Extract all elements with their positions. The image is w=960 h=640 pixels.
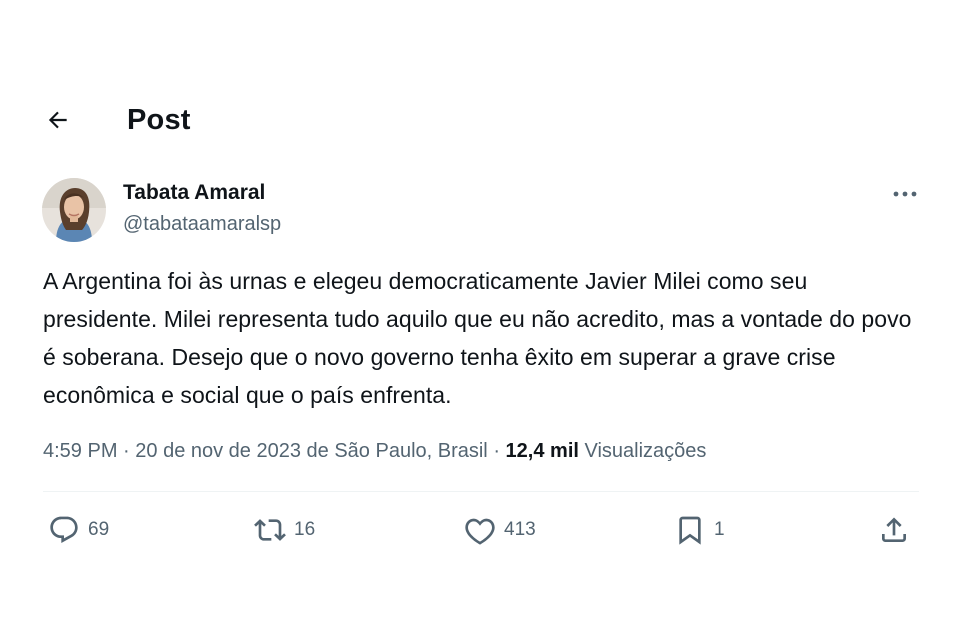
separator-dot: · <box>493 440 506 462</box>
divider <box>43 491 919 492</box>
arrow-left-icon <box>48 111 67 129</box>
author-block: Tabata Amaral @tabataamaralsp <box>42 178 281 242</box>
author-names: Tabata Amaral @tabataamaralsp <box>123 179 281 238</box>
reply-count: 69 <box>88 519 110 540</box>
bookmark-icon <box>679 516 701 545</box>
repost-icon <box>254 519 286 541</box>
more-horizontal-icon <box>893 191 917 197</box>
tweet-metadata: 4:59 PM · 20 de nov de 2023 de São Paulo… <box>43 436 706 466</box>
action-bar: 69 16 413 1 <box>0 510 960 550</box>
tweet-time[interactable]: 4:59 PM <box>43 440 117 462</box>
avatar[interactable] <box>42 178 106 242</box>
like-button[interactable]: 413 <box>464 510 536 550</box>
back-button[interactable] <box>38 100 78 140</box>
views-label[interactable]: Visualizações <box>585 440 707 462</box>
bookmark-button[interactable]: 1 <box>674 510 725 550</box>
reply-icon <box>50 516 78 543</box>
reply-button[interactable]: 69 <box>48 510 109 550</box>
tweet-date[interactable]: 20 de nov de 2023 <box>135 440 301 462</box>
separator-dot: · <box>123 440 136 462</box>
heart-icon <box>465 518 495 545</box>
tweet-text: A Argentina foi às urnas e elegeu democr… <box>43 268 912 408</box>
user-handle[interactable]: @tabataamaralsp <box>123 210 281 238</box>
repost-count: 16 <box>294 519 316 540</box>
share-icon <box>882 517 906 542</box>
tweet-location: de São Paulo, Brasil <box>306 440 488 462</box>
repost-button[interactable]: 16 <box>254 510 315 550</box>
top-bar: Post <box>40 96 191 144</box>
display-name[interactable]: Tabata Amaral <box>123 179 281 207</box>
more-options-button[interactable] <box>887 180 923 208</box>
views-count: 12,4 mil <box>505 440 579 462</box>
share-button[interactable] <box>878 510 910 550</box>
like-count: 413 <box>504 519 536 540</box>
page-title: Post <box>127 103 191 136</box>
bookmark-count: 1 <box>714 519 725 540</box>
